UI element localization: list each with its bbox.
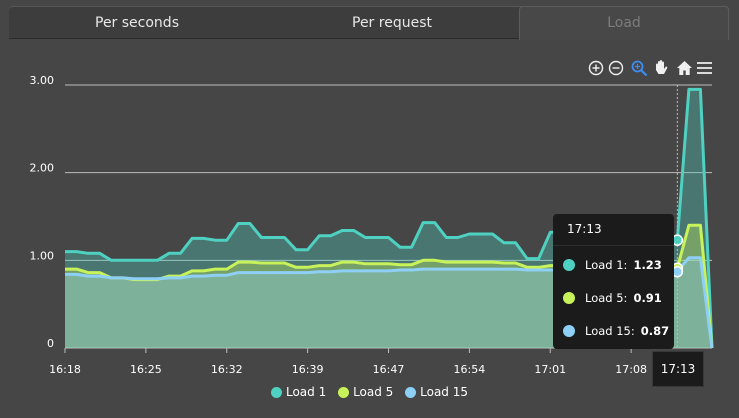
tooltip-load15-name: Load 15: (585, 324, 635, 338)
x-tick-label: 17:08 (615, 363, 647, 376)
x-tick-label: 16:54 (454, 363, 486, 376)
legend-item-load1[interactable]: Load 1 (270, 385, 327, 399)
legend-label-load15: Load 15 (420, 385, 469, 399)
tooltip-load15-value: 0.87 (640, 324, 670, 338)
load15-dot-icon (563, 325, 575, 337)
x-tick-label: 17:01 (534, 363, 566, 376)
tooltip-row-load15: Load 15: 0.87 (563, 324, 669, 338)
crosshair-x-label: 17:13 (652, 351, 704, 387)
x-tick-label: 16:47 (373, 363, 405, 376)
tooltip-load5-value: 0.91 (633, 291, 662, 305)
y-tick-label: 1.00 (30, 249, 55, 262)
tooltip-title: 17:13 (567, 222, 602, 236)
y-axis-labels: 0 1.00 2.00 3.00 (30, 74, 55, 350)
tooltip-row-load5: Load 5: 0.91 (563, 291, 662, 305)
legend-dot-icon (270, 386, 282, 398)
legend-label-load1: Load 1 (285, 385, 327, 399)
x-axis-labels: 16:18 16:25 16:32 16:39 16:47 16:54 17:01 17:08 (49, 363, 647, 376)
tooltip-load1-name: Load 1: (585, 258, 628, 272)
tooltip-load1-value: 1.23 (633, 258, 662, 272)
y-tick-label: 2.00 (30, 162, 55, 175)
x-tick-label: 16:39 (292, 363, 324, 376)
tooltip-row-load1: Load 1: 1.23 (563, 258, 662, 272)
x-tick-label: 16:32 (211, 363, 243, 376)
chart-tooltip: 17:13 Load 1: 1.23 Load 5: 0.91 Load 15:… (553, 214, 674, 349)
tooltip-load5-name: Load 5: (585, 291, 628, 305)
legend-dot-icon (405, 386, 417, 398)
load5-dot-icon (563, 292, 575, 304)
tooltip-divider (553, 245, 674, 246)
legend-dot-icon (338, 386, 350, 398)
y-tick-label: 0 (47, 337, 54, 350)
legend-item-load15[interactable]: Load 15 (405, 385, 468, 399)
x-tick-label: 16:18 (49, 363, 81, 376)
legend-item-load5[interactable]: Load 5 (338, 385, 393, 399)
chart-legend: Load 1 Load 5 Load 15 (0, 385, 739, 403)
load1-dot-icon (563, 259, 575, 271)
x-tick-label: 16:25 (130, 363, 162, 376)
legend-label-load5: Load 5 (353, 385, 394, 399)
load-chart: 01.002.003.00 16:18 16:25 16:32 16:39 16:47 1… (30, 74, 714, 376)
y-tick-label: 3.00 (30, 74, 55, 87)
